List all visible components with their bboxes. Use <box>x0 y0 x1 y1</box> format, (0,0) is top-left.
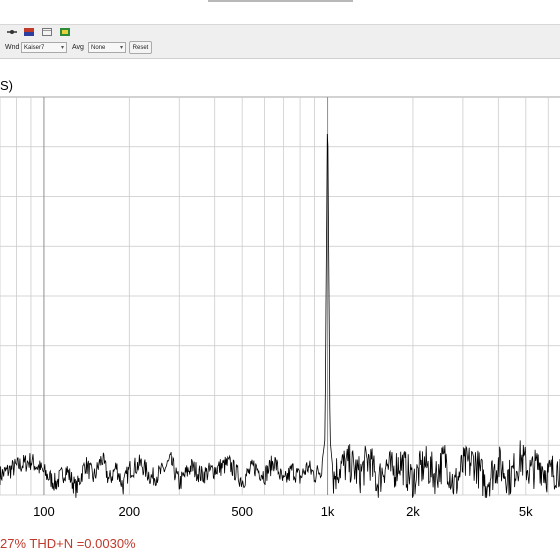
spectrum-chart: 100 200 500 1k 2k 5k <box>0 96 560 519</box>
x-tick-label: 5k <box>519 504 533 519</box>
x-tick-label: 500 <box>231 504 253 519</box>
x-tick-labels: 100 200 500 1k 2k 5k <box>33 504 533 519</box>
spectrum-trace <box>0 133 560 498</box>
x-tick-label: 200 <box>118 504 140 519</box>
x-tick-label: 1k <box>321 504 335 519</box>
thd-status: 27% THD+N =0.0030% <box>0 536 136 551</box>
x-tick-label: 100 <box>33 504 55 519</box>
chart-grid <box>0 96 560 496</box>
x-tick-label: 2k <box>406 504 420 519</box>
